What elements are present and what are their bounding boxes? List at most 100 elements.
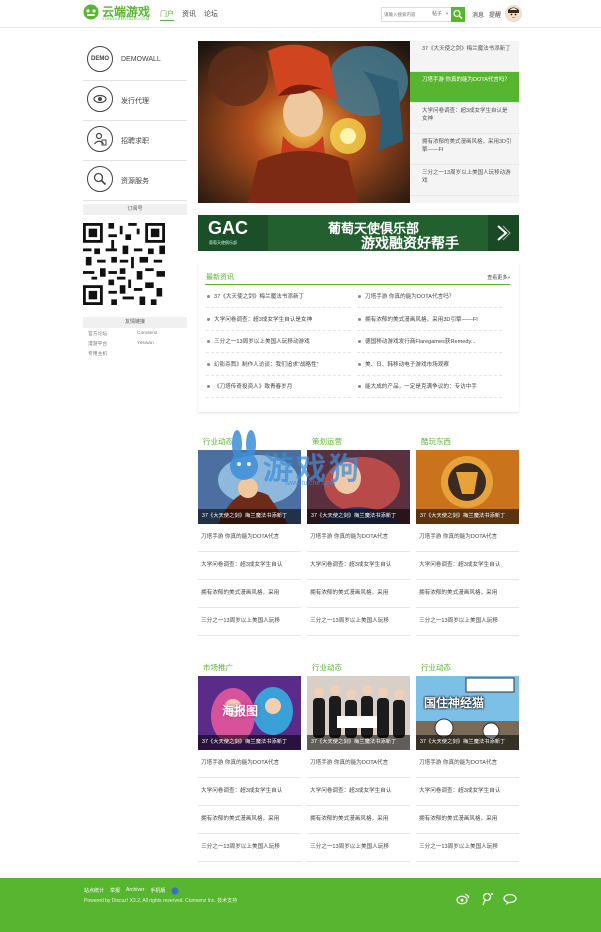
list-item[interactable]: 三分之一13周岁以上美国人玩移: [307, 608, 410, 636]
sidebar-item-label: DEMOWALL: [121, 56, 161, 63]
list-item[interactable]: 拥有浓郁的美式漫画风格，采用: [198, 580, 301, 608]
list-item[interactable]: 三分之一13周岁以上美国人玩移: [307, 834, 410, 862]
list-item[interactable]: 拥有浓郁的美式漫画风格，采用: [307, 806, 410, 834]
footer-link[interactable]: 手机版: [150, 887, 165, 895]
list-item[interactable]: 刀塔手游 你真的能为DOTA代言: [416, 524, 519, 552]
list-item[interactable]: 大学问卷调查：超3成女学生自认: [198, 778, 301, 806]
news-item[interactable]: 三分之一13周岁以上美国人玩移动游戏: [206, 337, 352, 360]
banner-headline[interactable]: 大学问卷调查：超3成女学生自认是女神: [410, 103, 519, 134]
sidebar-item-demowall[interactable]: DEMO DEMOWALL: [83, 41, 187, 81]
news-item[interactable]: 大学问卷调查：超3成女学生自认是女神: [206, 315, 352, 338]
banner-headline[interactable]: 37《大天使之剑》梅兰魔法书添新丁: [410, 41, 519, 72]
list-item[interactable]: 三分之一13周岁以上美国人玩移: [198, 608, 301, 636]
chat-bubble-icon[interactable]: [503, 892, 517, 906]
list-item[interactable]: 刀塔手游 你真的能为DOTA代言: [198, 524, 301, 552]
footer-links: 站点统计 举报 Archiver 手机版: [84, 887, 179, 895]
banner-headlines: 37《大天使之剑》梅兰魔法书添新丁 刀塔手游 你真的能为DOTA代言吗？ 大学问…: [410, 41, 519, 203]
top-header: 云端游戏 YUNDUANYOUXI.COM 门户 资讯 论坛 帖子 ▼ 消息 提…: [0, 0, 601, 28]
friend-links: 友情链接 官方论坛 Comsenz 漫游平台 Yeswan 专用主机: [83, 317, 187, 358]
section-title[interactable]: 酷玩东西: [421, 436, 451, 447]
user-avatar[interactable]: [505, 5, 522, 22]
card-image[interactable]: 国住神经猫 37《大天使之剑》梅兰魔法书添新丁: [416, 676, 519, 750]
list-item[interactable]: 大学问卷调查：超3成女学生自认: [416, 778, 519, 806]
search-input[interactable]: [384, 10, 428, 19]
section-title[interactable]: 行业动态: [312, 662, 342, 673]
footer-link[interactable]: 站点统计: [84, 887, 104, 895]
hero-banner-image[interactable]: [198, 41, 410, 203]
friend-link[interactable]: 漫游平台: [83, 340, 132, 347]
card-list: 刀塔手游 你真的能为DOTA代言 大学问卷调查：超3成女学生自认 拥有浓郁的美式…: [198, 524, 301, 636]
list-item[interactable]: 拥有浓郁的美式漫画风格，采用: [416, 806, 519, 834]
card-image[interactable]: 37《大天使之剑》梅兰魔法书添新丁: [416, 450, 519, 524]
nav-portal[interactable]: 门户: [160, 9, 174, 21]
list-item[interactable]: 刀塔手游 你真的能为DOTA代言: [307, 524, 410, 552]
friend-link[interactable]: 专用主机: [83, 350, 132, 357]
sidebar-item-jobs[interactable]: 招聘求职: [83, 121, 187, 161]
sidebar-item-publish[interactable]: 发行代理: [83, 81, 187, 121]
card-image[interactable]: 海报图 37《大天使之剑》梅兰魔法书添新丁: [198, 676, 301, 750]
news-item[interactable]: 拥有浓郁的美式漫画风格，采用3D引擎——FI: [357, 315, 502, 338]
footer-link[interactable]: 举报: [110, 887, 120, 895]
list-item[interactable]: 刀塔手游 你真的能为DOTA代言: [416, 750, 519, 778]
search-icon: [87, 166, 113, 192]
friend-link[interactable]: 官方论坛: [83, 330, 132, 337]
news-title: 最新资讯: [206, 274, 234, 281]
messages-link[interactable]: 消息: [472, 10, 484, 19]
card-list: 刀塔手游 你真的能为DOTA代言 大学问卷调查：超3成女学生自认 拥有浓郁的美式…: [416, 750, 519, 862]
sidebar-item-resources[interactable]: 资源服务: [83, 161, 187, 201]
news-item[interactable]: 《刀塔传奇投资人》致青春岁月: [206, 382, 352, 405]
weibo-icon[interactable]: [456, 892, 470, 906]
list-item[interactable]: 三分之一13周岁以上美国人玩移: [416, 608, 519, 636]
watermark: 游戏狗 www.tuiche.com: [215, 430, 415, 500]
friend-link[interactable]: Comsenz: [132, 331, 181, 336]
site-logo[interactable]: 云端游戏 YUNDUANYOUXI.COM: [83, 4, 153, 24]
card-image[interactable]: 37《大天使之剑》梅兰魔法书添新丁: [307, 676, 410, 750]
notifications-link[interactable]: 提醒: [489, 10, 501, 19]
list-item[interactable]: 拥有浓郁的美式漫画风格，采用: [198, 806, 301, 834]
friend-link[interactable]: Yeswan: [132, 341, 181, 346]
list-item[interactable]: 大学问卷调查：超3成女学生自认: [307, 778, 410, 806]
card-image-text: 海报图: [222, 704, 259, 718]
list-item[interactable]: 三分之一13周岁以上美国人玩移: [198, 834, 301, 862]
search-type-select[interactable]: 帖子: [432, 10, 442, 17]
site-footer: 站点统计 举报 Archiver 手机版 Powered by Discuz! …: [0, 878, 601, 932]
demo-icon: DEMO: [87, 46, 113, 72]
friend-links-row: 专用主机: [83, 348, 187, 358]
news-item[interactable]: 能大成的产品，一定是克满争议的：专访中手: [357, 382, 502, 405]
section-card: 国住神经猫 37《大天使之剑》梅兰魔法书添新丁 刀塔手游 你真的能为DOTA代言…: [416, 676, 519, 862]
section-title[interactable]: 市场推广: [203, 662, 233, 673]
list-item[interactable]: 三分之一13周岁以上美国人玩移: [416, 834, 519, 862]
nav-news[interactable]: 资讯: [182, 9, 196, 21]
news-item[interactable]: 美、日、韩移动电子游戏市场观察: [357, 360, 502, 383]
list-item[interactable]: 大学问卷调查：超3成女学生自认: [416, 552, 519, 580]
list-item[interactable]: 大学问卷调查：超3成女学生自认: [307, 552, 410, 580]
ad-banner[interactable]: GAC 葡萄天使俱乐部 葡萄天使俱乐部 游戏融资好帮手: [198, 215, 519, 251]
news-item[interactable]: 37《大天使之剑》梅兰魔法书添新丁: [206, 292, 352, 315]
list-item[interactable]: 拥有浓郁的美式漫画风格，采用: [307, 580, 410, 608]
section-card: 37《大天使之剑》梅兰魔法书添新丁 刀塔手游 你真的能为DOTA代言 大学问卷调…: [307, 676, 410, 862]
news-more-link[interactable]: 查看更多»: [487, 274, 510, 281]
friend-links-row: 漫游平台 Yeswan: [83, 338, 187, 348]
banner-headline-active[interactable]: 刀塔手游 你真的能为DOTA代言吗？: [410, 72, 519, 103]
news-column-left: 37《大天使之剑》梅兰魔法书添新丁 大学问卷调查：超3成女学生自认是女神 三分之…: [206, 292, 352, 405]
news-column-right: 刀塔手游 你真的能为DOTA代言吗？ 拥有浓郁的美式漫画风格，采用3D引擎——F…: [357, 292, 502, 405]
nav-forum[interactable]: 论坛: [204, 9, 218, 21]
publish-icon: [87, 86, 113, 112]
banner-headline[interactable]: 三分之一13周岁以上美国人玩移动游戏: [410, 165, 519, 196]
search-button[interactable]: [451, 7, 465, 22]
list-item[interactable]: 刀塔手游 你真的能为DOTA代言: [307, 750, 410, 778]
news-item[interactable]: 幻影杀戮》制作人访谈：我们追求“战略性”: [206, 360, 352, 383]
left-sidebar: DEMO DEMOWALL 发行代理 招聘求职 资源服务 订阅号 友情链接 官方…: [83, 41, 187, 358]
footer-link[interactable]: Archiver: [126, 887, 144, 895]
news-item[interactable]: 德国移动游戏发行商Flaregames获Remedy...: [357, 337, 502, 360]
list-item[interactable]: 大学问卷调查：超3成女学生自认: [198, 552, 301, 580]
sidebar-item-label: 发行代理: [121, 98, 149, 105]
list-item[interactable]: 刀塔手游 你真的能为DOTA代言: [198, 750, 301, 778]
banner-headline[interactable]: 拥有浓郁的美式漫画风格，采用3D引擎——FI: [410, 134, 519, 165]
tencent-weibo-icon[interactable]: [480, 892, 494, 906]
list-item[interactable]: 拥有浓郁的美式漫画风格，采用: [416, 580, 519, 608]
demo-icon-text: DEMO: [91, 56, 109, 62]
sidebar-item-label: 招聘求职: [121, 138, 149, 145]
news-item[interactable]: 刀塔手游 你真的能为DOTA代言吗？: [357, 292, 502, 315]
section-title[interactable]: 行业动态: [421, 662, 451, 673]
